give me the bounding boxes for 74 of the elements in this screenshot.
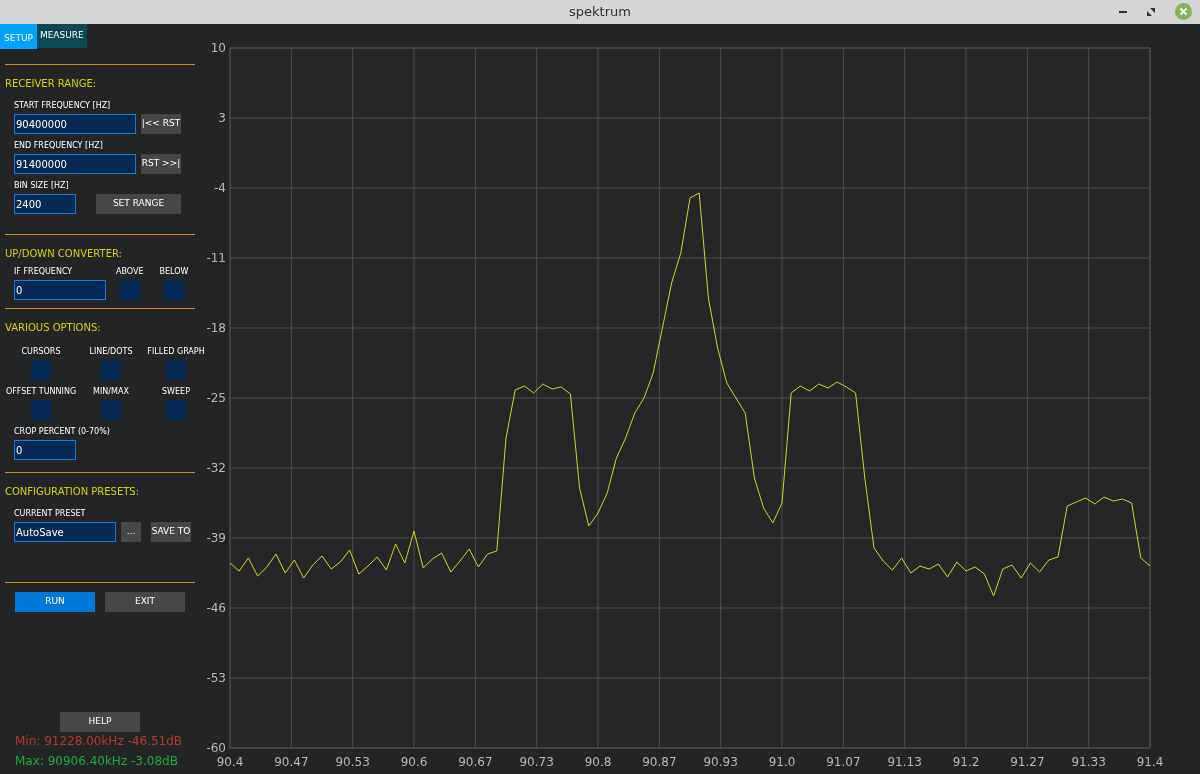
section-heading: CONFIGURATION PRESETS: [5,486,140,497]
field-label: FILLED GRAPH [147,346,205,358]
x-tick-label: 90.4 [216,755,244,769]
field-label: ABOVE [116,266,144,278]
x-tick-label: 90.53 [335,755,370,769]
bin-size-field[interactable]: 2400 [14,194,76,214]
y-tick-label: 10 [210,41,226,55]
y-tick-label: -39 [206,531,226,545]
checkbox[interactable] [31,360,51,380]
restore-icon[interactable] [1147,7,1155,16]
field-label: SWEEP [162,386,190,398]
x-tick-label: 91.07 [826,755,861,769]
help-button[interactable]: HELP [60,712,140,732]
x-tick-label: 90.8 [584,755,612,769]
y-tick-label: -18 [206,321,226,335]
y-tick-label: -4 [214,181,226,195]
checkbox[interactable] [163,280,184,300]
y-tick-label: -53 [206,671,226,685]
minimize-icon[interactable] [1119,10,1127,13]
section-heading: UP/DOWN CONVERTER: [5,248,122,259]
x-tick-label: 91.27 [1010,755,1045,769]
close-icon[interactable] [1175,3,1192,20]
preset-field[interactable]: AutoSave [14,522,116,542]
checkbox[interactable] [166,400,186,420]
field-label: IF FREQUENCY [14,266,74,278]
checkbox[interactable] [166,360,186,380]
section-heading: VARIOUS OPTIONS: [5,322,101,333]
browse-button[interactable]: ... [121,522,141,542]
y-tick-label: -46 [206,601,226,615]
y-tick-label: -60 [206,741,226,755]
end-frequency-field[interactable]: 91400000 [14,154,136,174]
y-tick-label: -25 [206,391,226,405]
x-tick-label: 90.73 [519,755,554,769]
run-button[interactable]: RUN [15,592,95,612]
x-tick-label: 91.4 [1136,755,1164,769]
reset-end-button[interactable]: RST >>| [141,154,181,174]
min-reading: Min: 91228.00kHz -46.51dB [14,733,184,750]
x-tick-label: 90.93 [703,755,738,769]
checkbox[interactable] [119,280,140,300]
checkbox[interactable] [101,360,121,380]
field-label: BELOW [159,266,189,278]
field-label: CROP PERCENT (0-70%) [14,426,111,438]
checkbox[interactable] [101,400,121,420]
field-label: CURRENT PRESET [14,508,87,520]
save-to-button[interactable]: SAVE TO [151,522,191,542]
x-tick-label: 91.13 [887,755,922,769]
y-tick-label: -11 [206,251,226,265]
y-tick-label: -32 [206,461,226,475]
x-tick-label: 90.47 [274,755,309,769]
window-title: spektrum [569,3,631,22]
if-frequency-field[interactable]: 0 [14,280,106,300]
reset-start-button[interactable]: |<< RST [141,114,181,134]
field-label: START FREQUENCY [HZ] [14,100,112,112]
x-tick-label: 91.33 [1071,755,1106,769]
field-label: MIN/MAX [93,386,129,398]
field-label: END FREQUENCY [HZ] [14,140,104,152]
set-range-button[interactable]: SET RANGE [96,194,181,214]
x-tick-label: 91.0 [768,755,796,769]
field-label: CURSORS [21,346,61,358]
y-tick-label: 3 [218,111,226,125]
start-frequency-field[interactable]: 90400000 [14,114,136,134]
exit-button[interactable]: EXIT [105,592,185,612]
section-heading: RECEIVER RANGE: [5,78,97,89]
x-tick-label: 90.67 [458,755,493,769]
tab[interactable]: MEASURE [36,24,87,48]
x-tick-label: 90.6 [400,755,428,769]
checkbox[interactable] [31,400,51,420]
field-label: LINE/DOTS [89,346,133,358]
max-reading: Max: 90906.40kHz -3.08dB [14,753,179,770]
field-label: OFFSET TUNNING [5,386,77,398]
field-label: BIN SIZE [HZ] [14,180,70,192]
x-tick-label: 90.87 [642,755,677,769]
x-tick-label: 91.2 [952,755,980,769]
crop-percent-field[interactable]: 0 [14,440,76,460]
